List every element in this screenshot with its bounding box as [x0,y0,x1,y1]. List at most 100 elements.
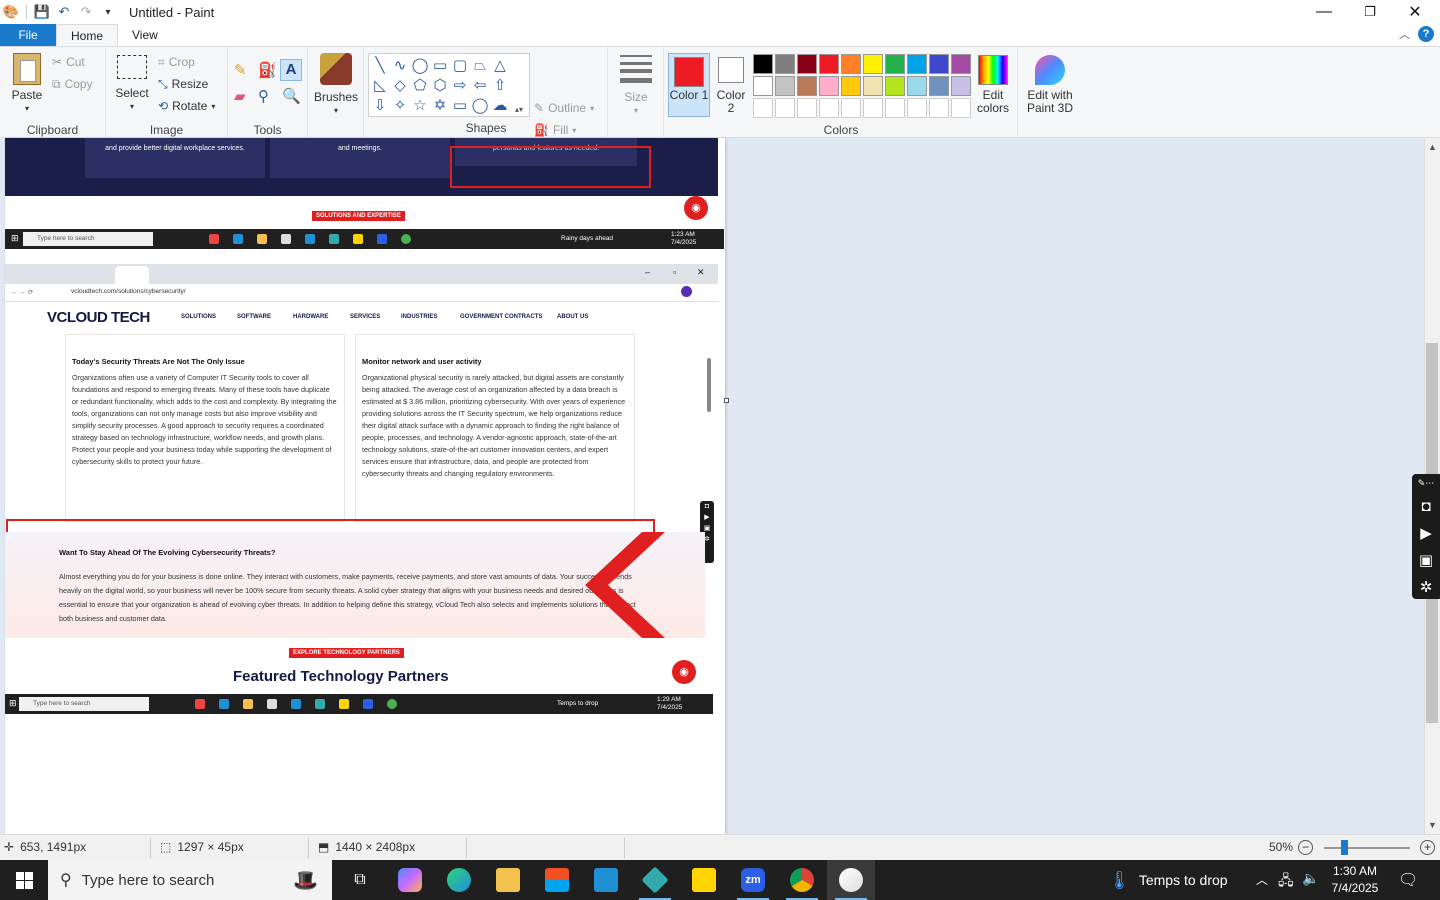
chrome-button[interactable] [778,860,826,900]
brushes-button[interactable]: Brushes ▾ [314,53,358,117]
palette-swatch[interactable] [863,54,883,74]
resize-button[interactable]: ⤡ Resize [158,74,208,94]
palette-swatch[interactable] [841,98,861,118]
paste-button[interactable]: Paste ▾ [8,53,46,115]
app-button[interactable] [631,860,679,900]
color-picker-icon[interactable]: ⚲ [258,87,269,105]
palette-swatch[interactable] [951,54,971,74]
file-explorer-button[interactable] [484,860,532,900]
palette-swatch[interactable] [951,76,971,96]
paint-button[interactable] [827,860,875,900]
start-button[interactable] [0,860,48,900]
chevron-up-icon[interactable]: ︿ [1256,871,1268,888]
palette-swatch[interactable] [753,98,773,118]
palette-swatch[interactable] [885,54,905,74]
six-point-star-shape-icon[interactable]: ✡ [430,95,450,115]
tab-home[interactable]: Home [56,24,119,46]
palette-swatch[interactable] [819,98,839,118]
scroll-up-icon[interactable]: ▲ [1428,142,1437,152]
hexagon-shape-icon[interactable]: ⬡ [430,75,450,95]
close-button[interactable]: ✕ [1392,0,1438,24]
zoom-button[interactable]: zm [729,860,777,900]
palette-swatch[interactable] [907,98,927,118]
curve-shape-icon[interactable]: ∿ [390,55,410,75]
edit-colors-button[interactable]: Edit colors [974,55,1012,115]
palette-swatch[interactable] [885,76,905,96]
select-button[interactable]: Select ▾ [114,55,150,113]
text-tool-icon[interactable]: A [280,59,302,81]
palette-swatch[interactable] [885,98,905,118]
polygon-shape-icon[interactable]: ⏢ [470,55,490,75]
copy-button[interactable]: ⧉ Copy [52,74,93,94]
palette-swatch[interactable] [819,54,839,74]
copilot-button[interactable] [386,860,434,900]
palette-swatch[interactable] [907,76,927,96]
store-button[interactable] [533,860,581,900]
palette-swatch[interactable] [841,54,861,74]
up-arrow-shape-icon[interactable]: ⇧ [490,75,510,95]
size-button[interactable]: Size ▾ [618,55,654,117]
zoom-slider-track[interactable] [1324,847,1410,849]
video-icon[interactable]: ▶ [1420,524,1432,542]
diamond-shape-icon[interactable]: ◇ [390,75,410,95]
paint3d-button[interactable]: Edit with Paint 3D [1022,55,1078,115]
cloud-callout-shape-icon[interactable]: ☁ [490,95,510,115]
volume-icon[interactable]: 🔈 [1302,870,1319,887]
zoom-out-button[interactable]: − [1298,840,1313,855]
palette-swatch[interactable] [753,54,773,74]
redo-icon[interactable]: ↷ [75,1,97,23]
palette-swatch[interactable] [951,98,971,118]
rounded-callout-shape-icon[interactable]: ▭ [450,95,470,115]
customize-quick-access-icon[interactable]: ▾ [97,1,119,23]
line-shape-icon[interactable]: ╲ [370,55,390,75]
triangle-shape-icon[interactable]: △ [490,55,510,75]
canvas-resize-handle[interactable] [724,398,729,403]
palette-swatch[interactable] [775,54,795,74]
minimize-button[interactable]: — [1301,0,1347,24]
palette-swatch[interactable] [929,76,949,96]
maximize-button[interactable]: ❐ [1347,0,1393,24]
rotate-button[interactable]: ⟲ Rotate ▾ [158,96,215,116]
tab-file[interactable]: File [0,24,56,46]
palette-swatch[interactable] [753,76,773,96]
outline-button[interactable]: ✎ Outline ▾ [534,98,594,118]
right-arrow-shape-icon[interactable]: ⇨ [450,75,470,95]
pencil-icon[interactable]: ✎ [234,61,247,79]
eraser-icon[interactable]: ▰ [234,87,246,105]
palette-swatch[interactable] [797,54,817,74]
rounded-rectangle-shape-icon[interactable]: ▢ [450,55,470,75]
palette-swatch[interactable] [929,98,949,118]
sticky-notes-button[interactable] [680,860,728,900]
taskbar-clock[interactable]: 1:30 AM 7/4/2025 [1326,863,1384,897]
canvas[interactable]: and provide better digital workplace ser… [5,138,725,834]
palette-swatch[interactable] [907,54,927,74]
down-arrow-shape-icon[interactable]: ⇩ [370,95,390,115]
left-arrow-shape-icon[interactable]: ⇦ [470,75,490,95]
save-icon[interactable]: 💾 [31,1,53,23]
cut-button[interactable]: ✂ Cut [52,52,85,72]
color2-button[interactable] [718,57,744,83]
scroll-down-icon[interactable]: ▼ [1428,820,1437,830]
fill-bucket-icon[interactable]: ⛽ [258,61,277,79]
network-icon[interactable]: 🖧 [1278,870,1294,894]
mail-button[interactable] [582,860,630,900]
tab-view[interactable]: View [118,24,172,46]
taskbar-search[interactable]: ⚲ Type here to search 🎩 [48,860,332,900]
task-view-button[interactable]: ⧉ [336,860,384,900]
oval-shape-icon[interactable]: ◯ [410,55,430,75]
pentagon-shape-icon[interactable]: ⬠ [410,75,430,95]
crop-button[interactable]: ⌗ Crop [158,52,195,72]
shapes-more-icon[interactable]: ▴▾ [515,105,523,114]
palette-swatch[interactable] [863,98,883,118]
palette-swatch[interactable] [841,76,861,96]
gear-icon[interactable]: ✲ [1420,578,1433,596]
palette-swatch[interactable] [775,98,795,118]
camera-icon[interactable]: ◘ [1421,498,1430,515]
palette-swatch[interactable] [819,76,839,96]
palette-swatch[interactable] [797,98,817,118]
window-icon[interactable]: ▣ [1419,551,1433,569]
pen-icon[interactable]: ✎⋯ [1418,478,1435,489]
zoom-slider-thumb[interactable] [1341,840,1348,855]
oval-callout-shape-icon[interactable]: ◯ [470,95,490,115]
four-point-star-shape-icon[interactable]: ✧ [390,95,410,115]
